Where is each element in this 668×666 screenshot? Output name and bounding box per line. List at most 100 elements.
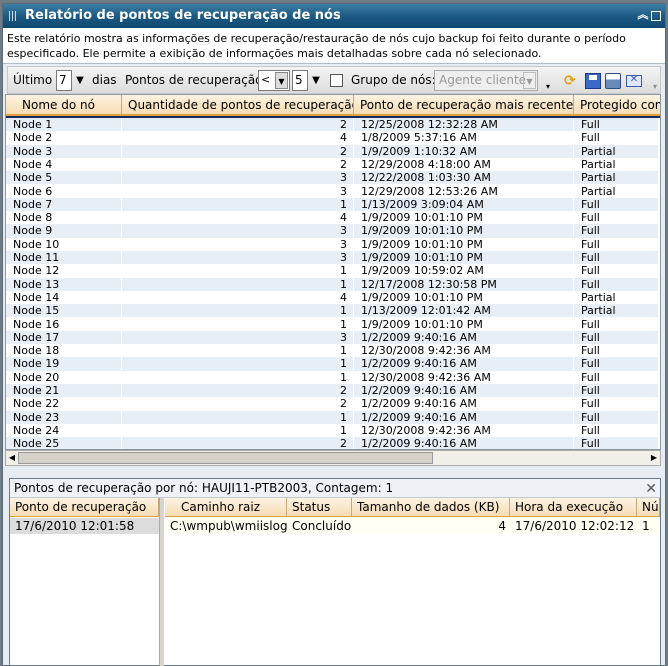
point-count-cell: 3 (122, 237, 354, 251)
email-icon[interactable]: ✕ (626, 75, 642, 87)
root-path-cell[interactable]: C:\wmpub\wmiislog (165, 518, 287, 534)
panel-splitter[interactable] (159, 498, 164, 666)
table-row[interactable]: Node 17 3 1/2/2009 9:40:16 AM Full (6, 330, 658, 345)
protected-cell: Partial (574, 171, 660, 184)
table-row[interactable]: Node 21 2 1/2/2009 9:40:16 AM Full (6, 384, 660, 398)
node-name-cell: Node 19 (6, 357, 122, 371)
table-row[interactable]: Node 13 1 12/17/2008 12:30:58 PM Full (6, 277, 660, 291)
protected-cell: Partial (574, 158, 660, 171)
data-size-cell[interactable]: 4 (352, 518, 510, 534)
node-name-cell: Node 18 (6, 344, 122, 358)
days-dropdown-icon[interactable]: ▼ (72, 70, 88, 91)
point-count-cell: 3 (122, 330, 354, 344)
table-row[interactable]: Node 11 3 1/9/2009 10:01:10 PM Full (6, 251, 658, 265)
toolbar-overflow-icon[interactable]: ▾ (653, 82, 657, 91)
column-header-protected[interactable]: Protegido completamente (574, 95, 660, 116)
group-checkbox[interactable] (330, 74, 343, 87)
table-row[interactable]: Node 2 4 1/8/2009 5:37:16 AM Full (6, 131, 658, 145)
protected-cell: Full (574, 384, 660, 397)
scroll-right-icon[interactable]: ▶ (649, 452, 659, 464)
close-icon[interactable]: ✕ (645, 480, 657, 499)
node-name-cell: Node 12 (6, 264, 122, 278)
table-row[interactable]: Node 25 2 1/2/2009 9:40:16 AM Full (6, 437, 658, 449)
toolbar-overflow-icon[interactable]: ▾ (546, 82, 550, 91)
nodes-table: Nome do nó Quantidade de pontos de recup… (5, 94, 661, 450)
node-name-cell: Node 17 (6, 330, 122, 344)
collapse-icon[interactable]: ︽ (637, 9, 649, 21)
status-cell[interactable]: Concluído (287, 518, 352, 534)
table-row[interactable]: Node 8 4 1/9/2009 10:01:10 PM Full (6, 211, 658, 225)
table-row[interactable]: Node 9 3 1/9/2009 10:01:10 PM Full (6, 224, 658, 238)
table-row[interactable]: Node 6 3 12/29/2008 12:53:26 AM Partial (6, 184, 658, 198)
print-icon[interactable] (605, 73, 621, 89)
table-row[interactable]: Node 23 1 1/2/2009 9:40:16 AM Full (6, 410, 660, 424)
latest-point-cell: 1/9/2009 10:59:02 AM (354, 264, 574, 278)
protected-cell: Full (574, 411, 660, 424)
node-name-cell: Node 13 (6, 277, 122, 291)
recovery-point-item[interactable]: 17/6/2010 12:01:58 (10, 518, 159, 534)
group-select[interactable]: Agente cliente ▼ (434, 70, 538, 91)
save-icon[interactable] (585, 73, 601, 89)
group-value: Agente cliente (439, 73, 527, 87)
point-count-cell: 1 (122, 277, 354, 291)
last-label: Último (13, 73, 53, 87)
protected-cell: Full (574, 198, 660, 211)
table-row[interactable]: Node 15 1 1/13/2009 12:01:42 AM Partial (6, 304, 658, 318)
table-row[interactable]: Node 1 2 12/25/2008 12:32:28 AM Full (6, 118, 660, 132)
table-row[interactable]: Node 16 1 1/9/2009 10:01:10 PM Full (6, 317, 660, 331)
execution-time-cell[interactable]: 17/6/2010 12:02:12 (510, 518, 637, 534)
column-header-latest-point[interactable]: Ponto de recuperação mais recente (354, 95, 574, 116)
node-name-cell: Node 4 (6, 157, 122, 171)
detail-title: Pontos de recuperação por nó: HAUJI11-PT… (14, 481, 394, 495)
column-header-root-path[interactable]: Caminho raiz (165, 498, 287, 517)
table-row[interactable]: Node 24 1 12/30/2008 9:42:36 AM Full (6, 423, 658, 437)
operator-select[interactable]: < ▼ (258, 70, 290, 91)
table-row[interactable]: Node 14 4 1/9/2009 10:01:10 PM Partial (6, 290, 658, 304)
horizontal-scrollbar[interactable]: ◀ ▶ (5, 450, 661, 466)
point-count-cell: 2 (122, 437, 354, 449)
latest-point-cell: 1/8/2009 5:37:16 AM (354, 131, 574, 145)
table-row[interactable]: Node 20 1 12/30/2008 9:42:36 AM Full (6, 370, 660, 384)
column-header-data-size[interactable]: Tamanho de dados (KB) (352, 498, 510, 517)
table-row[interactable]: Node 7 1 1/13/2009 3:09:04 AM Full (6, 197, 660, 212)
table-row[interactable]: Node 22 2 1/2/2009 9:40:16 AM Full (6, 397, 658, 411)
column-header-number[interactable]: Número (637, 498, 660, 517)
table-row[interactable]: Node 3 2 1/9/2009 1:10:32 AM Partial (6, 144, 658, 158)
latest-point-cell: 1/2/2009 9:40:16 AM (354, 397, 574, 411)
table-row[interactable]: Node 18 1 12/30/2008 9:42:36 AM Full (6, 344, 658, 358)
scrollbar-thumb[interactable] (18, 452, 433, 464)
days-label: dias (92, 73, 117, 87)
maximize-icon[interactable] (651, 11, 661, 21)
latest-point-cell: 12/30/2008 9:42:36 AM (354, 344, 574, 358)
operator-value: < (261, 73, 271, 86)
drag-grip-icon[interactable] (9, 11, 18, 21)
table-row[interactable]: Node 19 1 1/2/2009 9:40:16 AM Full (6, 357, 658, 371)
detail-panel: Pontos de recuperação por nó: HAUJI11-PT… (9, 478, 661, 666)
point-count-cell: 2 (122, 118, 354, 131)
days-input[interactable]: 7 (56, 70, 72, 91)
latest-point-cell: 1/2/2009 9:40:16 AM (354, 384, 574, 397)
table-row[interactable]: Node 5 3 12/22/2008 1:03:30 AM Partial (6, 171, 660, 185)
table-row[interactable]: Node 12 1 1/9/2009 10:59:02 AM Full (6, 264, 658, 278)
column-header-node-name[interactable]: Nome do nó (6, 95, 122, 116)
refresh-icon[interactable]: ⟳ (564, 73, 580, 89)
points-dropdown-icon[interactable]: ▼ (308, 70, 324, 91)
window-title-bar: Relatório de pontos de recuperação de nó… (3, 4, 665, 28)
protected-cell: Full (574, 118, 660, 131)
scroll-left-icon[interactable]: ◀ (7, 452, 17, 464)
column-header-recovery-point[interactable]: Ponto de recuperação (10, 498, 159, 517)
protected-cell: Full (574, 371, 660, 384)
point-count-cell: 1 (122, 410, 354, 424)
point-count-cell: 3 (122, 184, 354, 198)
protected-cell: Full (574, 318, 660, 331)
number-cell[interactable]: 1 (637, 518, 660, 534)
node-name-cell: Node 1 (6, 118, 122, 131)
column-header-status[interactable]: Status (287, 498, 352, 517)
points-input[interactable]: 5 (292, 70, 308, 91)
table-row[interactable]: Node 10 3 1/9/2009 10:01:10 PM Full (6, 237, 658, 251)
table-row[interactable]: Node 4 2 12/29/2008 4:18:00 AM Partial (6, 157, 660, 171)
protected-cell: Full (574, 278, 660, 291)
column-header-point-count[interactable]: Quantidade de pontos de recuperação (122, 95, 354, 116)
column-header-execution-time[interactable]: Hora da execução (510, 498, 637, 517)
node-name-cell: Node 6 (6, 184, 122, 198)
